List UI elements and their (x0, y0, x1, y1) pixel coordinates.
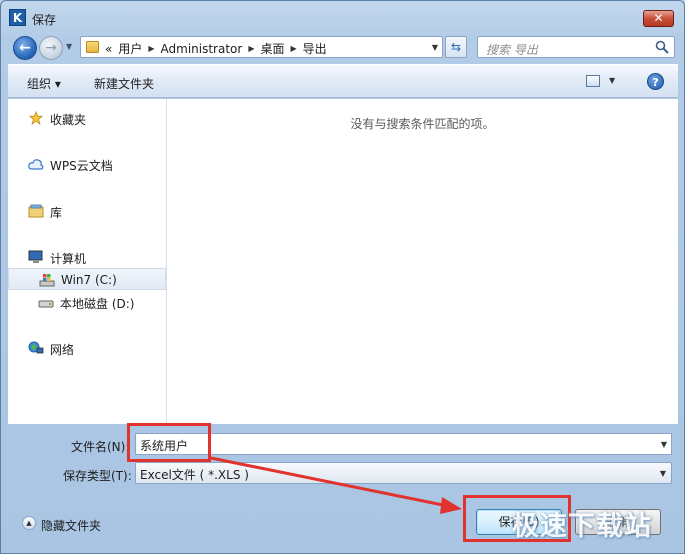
drive-icon (38, 300, 54, 308)
collapse-up-icon[interactable]: ▲ (22, 516, 36, 530)
breadcrumb: « 用户 ▶ Administrator ▶ 桌面 ▶ 导出 (105, 40, 327, 57)
filename-dropdown-icon[interactable]: ▼ (661, 440, 667, 449)
title-bar: K 保存 ✕ (1, 1, 684, 31)
chevron-right-icon[interactable]: ▶ (248, 44, 254, 53)
view-dropdown-icon[interactable]: ▼ (609, 76, 615, 85)
folder-icon (86, 41, 99, 53)
filetype-select[interactable]: Excel文件 ( *.XLS ) ▼ (135, 462, 672, 484)
nav-item-favorites[interactable]: 收藏夹 (8, 107, 166, 129)
nav-item-drive-d[interactable]: 本地磁盘 (D:) (8, 291, 166, 313)
nav-item-wps-cloud[interactable]: WPS云文档 (8, 153, 166, 175)
new-folder-button[interactable]: 新建文件夹 (94, 75, 154, 92)
network-icon (28, 341, 44, 354)
nav-item-computer[interactable]: 计算机 (8, 246, 166, 268)
refresh-icon: ⇆ (450, 40, 462, 54)
recent-pages-dropdown-icon[interactable]: ▼ (66, 42, 76, 54)
nav-item-libraries[interactable]: 库 (8, 200, 166, 222)
breadcrumb-item-export[interactable]: 导出 (303, 40, 327, 57)
organize-button[interactable]: 组织 ▾ (27, 75, 61, 92)
empty-results-message: 没有与搜索条件匹配的项。 (350, 117, 495, 131)
breadcrumb-item-users[interactable]: 用户 (118, 40, 142, 57)
search-input[interactable]: 搜索 导出 (477, 36, 675, 58)
forward-arrow-icon: → (45, 40, 57, 56)
filetype-value: Excel文件 ( *.XLS ) (140, 468, 249, 482)
filename-field[interactable]: 系统用户 ▼ (135, 433, 672, 455)
annotation-box-filename (127, 423, 211, 462)
address-bar[interactable]: « 用户 ▶ Administrator ▶ 桌面 ▶ 导出 ▼ (80, 36, 443, 58)
filetype-label: 保存类型(T): (63, 469, 132, 483)
filetype-dropdown-icon[interactable]: ▼ (660, 469, 666, 478)
breadcrumb-item-desktop[interactable]: 桌面 (260, 40, 284, 57)
nav-item-network[interactable]: 网络 (8, 337, 166, 359)
cloud-icon (28, 159, 44, 170)
forward-button[interactable]: → (39, 36, 63, 60)
file-list-pane[interactable]: 没有与搜索条件匹配的项。 (167, 99, 678, 424)
search-placeholder: 搜索 导出 (486, 43, 538, 57)
app-icon: K (9, 9, 26, 26)
watermark-logo: 极速下载站 (512, 511, 652, 542)
filename-label: 文件名(N): (71, 440, 130, 454)
command-bar: 组织 ▾ 新建文件夹 ▼ ? (8, 64, 678, 98)
nav-item-drive-c[interactable]: Win7 (C:) (8, 268, 166, 290)
window-title: 保存 (32, 13, 57, 27)
chevron-right-icon[interactable]: ▶ (291, 44, 297, 53)
close-button[interactable]: ✕ (643, 10, 674, 27)
star-icon (28, 111, 44, 125)
system-drive-icon (39, 274, 55, 287)
refresh-button[interactable]: ⇆ (445, 36, 467, 58)
search-icon[interactable] (655, 40, 669, 54)
breadcrumb-overflow[interactable]: « (105, 42, 112, 56)
back-button[interactable]: ← (13, 36, 37, 60)
view-options-icon[interactable] (586, 75, 600, 87)
address-dropdown-icon[interactable]: ▼ (432, 43, 438, 52)
chevron-right-icon[interactable]: ▶ (148, 44, 154, 53)
breadcrumb-item-administrator[interactable]: Administrator (161, 42, 243, 56)
back-arrow-icon: ← (19, 40, 31, 56)
help-icon[interactable]: ? (647, 73, 664, 90)
navigation-pane: 收藏夹 WPS云文档 库 计算机 Win7 (C:) 本地磁盘 (D:) 网络 (8, 99, 167, 424)
library-icon (28, 204, 44, 218)
computer-icon (28, 250, 43, 263)
save-dialog: K 保存 ✕ ← → ▼ « 用户 ▶ Administrator ▶ 桌面 ▶… (0, 0, 685, 554)
hide-folders-toggle[interactable]: 隐藏文件夹 (41, 517, 101, 534)
